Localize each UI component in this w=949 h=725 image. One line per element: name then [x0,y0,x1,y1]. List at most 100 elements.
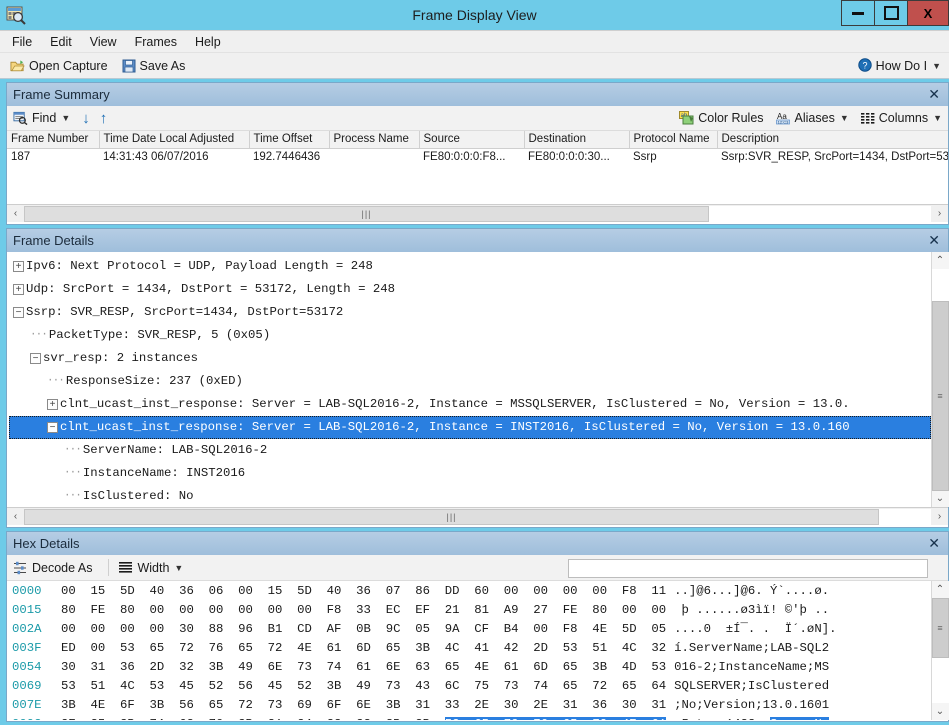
hex-ascii: .5;tcp;1433;;ServerNa [666,715,830,720]
frame-summary-horizontal-scrollbar[interactable]: ‹ ||| › [7,204,948,222]
how-do-i-button[interactable]: ? How Do I ▼ [857,53,941,79]
frame-summary-table: Frame Number Time Date Local Adjusted Ti… [7,131,948,165]
hex-rows-container[interactable]: 0000 00 15 5D 40 36 06 00 15 5D 40 36 07 … [7,581,931,720]
frame-summary-toolbar-right: ab Color Rules Aa 12:C3 [679,111,942,125]
frame-details-row[interactable]: ··· InstanceName: INST2016 [9,462,931,485]
hex-details-vertical-scrollbar[interactable]: ⌃ ≡ ⌄ [931,581,949,720]
window-controls: X [841,0,949,28]
scroll-right-icon[interactable]: › [931,508,948,525]
scroll-left-icon[interactable]: ‹ [7,205,24,222]
hex-search-input[interactable] [568,559,928,578]
width-button[interactable]: Width ▼ [119,561,183,575]
collapse-icon[interactable]: − [47,422,58,433]
find-previous-up-icon[interactable]: ↑ [100,110,108,127]
vscroll-track[interactable]: ≡ [931,598,949,703]
hex-ascii: 016-2;InstanceName;MS [674,660,830,674]
column-header-frame-number[interactable]: Frame Number [7,131,100,149]
menu-item-edit[interactable]: Edit [50,33,82,51]
hscroll-track[interactable]: ||| [24,205,931,222]
expand-icon[interactable]: + [47,399,58,410]
minimize-button[interactable] [841,0,875,26]
frame-details-row[interactable]: − Ssrp: SVR_RESP, SrcPort=1434, DstPort=5… [9,301,931,324]
hex-bytes: 00 00 00 00 30 88 96 B1 CD AF 0B 9C 05 9… [61,622,667,636]
hex-row[interactable]: 0000 00 15 5D 40 36 06 00 15 5D 40 36 07 … [7,582,931,601]
vscroll-thumb[interactable]: ≡ [931,598,949,658]
frame-details-vertical-scrollbar[interactable]: ⌃ ≡ ⌄ [931,252,949,507]
frame-details-row[interactable]: − svr_resp: 2 instances [9,347,931,370]
column-header-source[interactable]: Source [419,131,525,149]
menu-item-file[interactable]: File [12,33,42,51]
vscroll-thumb[interactable]: ≡ [931,301,949,491]
hex-offset: 0000 [12,584,42,598]
column-header-protocol-name[interactable]: Protocol Name [629,131,718,149]
expand-icon[interactable]: + [13,284,24,295]
frame-details-row[interactable]: + clnt_ucast_inst_response: Server = LAB-… [9,393,931,416]
column-header-description[interactable]: Description [717,131,948,149]
scroll-down-icon[interactable]: ⌄ [931,703,949,720]
frame-details-row[interactable]: + Udp: SrcPort = 1434, DstPort = 53172, L… [9,278,931,301]
frame-summary-close-icon[interactable]: ✕ [926,86,942,103]
expand-icon[interactable]: + [13,261,24,272]
svg-text:12:C3: 12:C3 [777,120,788,125]
hex-row[interactable]: 00932E 35 3B 74 63 70 3B 31 34 33 33 3B … [7,715,931,720]
table-row[interactable]: 187 14:31:43 06/07/2016 192.7446436 FE80… [7,148,948,165]
frame-details-row[interactable]: + Ipv6: Next Protocol = UDP, Payload Leng… [9,255,931,278]
hex-details-header: Hex Details ✕ [7,532,948,555]
frame-details-row[interactable]: − clnt_ucast_inst_response: Server = LAB-… [9,416,931,439]
hex-bytes-selected: 53 65 72 76 65 72 4E 61 [444,717,667,720]
scroll-right-icon[interactable]: › [931,205,948,222]
frame-details-horizontal-scrollbar[interactable]: ‹ ||| › [7,507,948,525]
maximize-button[interactable] [874,0,908,26]
hscroll-thumb[interactable]: ||| [24,205,709,222]
hex-row[interactable]: 0069 53 51 4C 53 45 52 56 45 52 3B 49 73 … [7,677,931,696]
close-button[interactable]: X [907,0,949,26]
hscroll-thumb[interactable]: ||| [24,508,879,525]
column-header-time-offset[interactable]: Time Offset [249,131,330,149]
aliases-button[interactable]: Aa 12:C3 Aliases ▼ [775,111,849,125]
save-as-button[interactable]: Save As [122,59,185,73]
find-next-down-icon[interactable]: ↓ [82,110,90,127]
scroll-up-icon[interactable]: ⌃ [931,581,949,598]
aliases-icon: Aa 12:C3 [775,111,791,125]
column-header-destination[interactable]: Destination [524,131,630,149]
hex-details-close-icon[interactable]: ✕ [926,535,942,552]
scroll-down-icon[interactable]: ⌄ [931,490,949,507]
color-rules-button[interactable]: ab Color Rules [679,111,764,125]
hex-row[interactable]: 0054 30 31 36 2D 32 3B 49 6E 73 74 61 6E … [7,658,931,677]
network-monitor-icon [6,5,26,25]
frame-details-row-label: InstanceName: INST2016 [82,466,246,480]
vscroll-track[interactable]: ≡ [931,269,949,491]
frame-summary-grid[interactable]: Frame Number Time Date Local Adjusted Ti… [7,131,948,204]
frame-details-row[interactable]: ··· ResponseSize: 237 (0xED) [9,370,931,393]
frame-details-title: Frame Details [13,233,94,248]
hex-ascii: SQLSERVER;IsClustered [674,679,830,693]
frame-details-tree[interactable]: + Ipv6: Next Protocol = UDP, Payload Leng… [7,252,931,507]
columns-button[interactable]: Columns ▼ [860,111,942,125]
open-folder-icon [10,59,25,73]
hex-ascii: ....0 ±Í¯. . Ï´.øN]. [674,622,837,636]
hex-row[interactable]: 002A 00 00 00 00 30 88 96 B1 CD AF 0B 9C … [7,620,931,639]
open-capture-button[interactable]: Open Capture [10,59,108,73]
menu-item-help[interactable]: Help [195,33,231,51]
hex-row[interactable]: 007E 3B 4E 6F 3B 56 65 72 73 69 6F 6E 3B … [7,696,931,715]
frame-display-window: Frame Display View X File Edit View Fram… [0,0,949,725]
scroll-left-icon[interactable]: ‹ [7,508,24,525]
hex-offset: 0015 [12,603,42,617]
hex-row[interactable]: 0015 80 FE 80 00 00 00 00 00 00 F8 33 EC … [7,601,931,620]
frame-details-row[interactable]: ··· ServerName: LAB-SQL2016-2 [9,439,931,462]
hex-row[interactable]: 003F ED 00 53 65 72 76 65 72 4E 61 6D 65 … [7,639,931,658]
hscroll-track[interactable]: ||| [24,508,931,525]
scroll-up-icon[interactable]: ⌃ [931,252,949,269]
collapse-icon[interactable]: − [30,353,41,364]
frame-details-row[interactable]: ··· IsClustered: No [9,485,931,507]
menu-item-frames[interactable]: Frames [135,33,187,51]
frame-details-row[interactable]: ··· PacketType: SVR_RESP, 5 (0x05) [9,324,931,347]
decode-as-button[interactable]: Decode As [13,561,92,575]
column-header-process-name[interactable]: Process Name [329,131,420,149]
collapse-icon[interactable]: − [13,307,24,318]
menu-item-view[interactable]: View [90,33,127,51]
frame-details-panel: Frame Details ✕ + Ipv6: Next Protocol = U… [6,228,949,528]
column-header-time-date[interactable]: Time Date Local Adjusted [99,131,250,149]
frame-details-close-icon[interactable]: ✕ [926,232,942,249]
find-button[interactable]: Find ▼ [13,111,70,125]
